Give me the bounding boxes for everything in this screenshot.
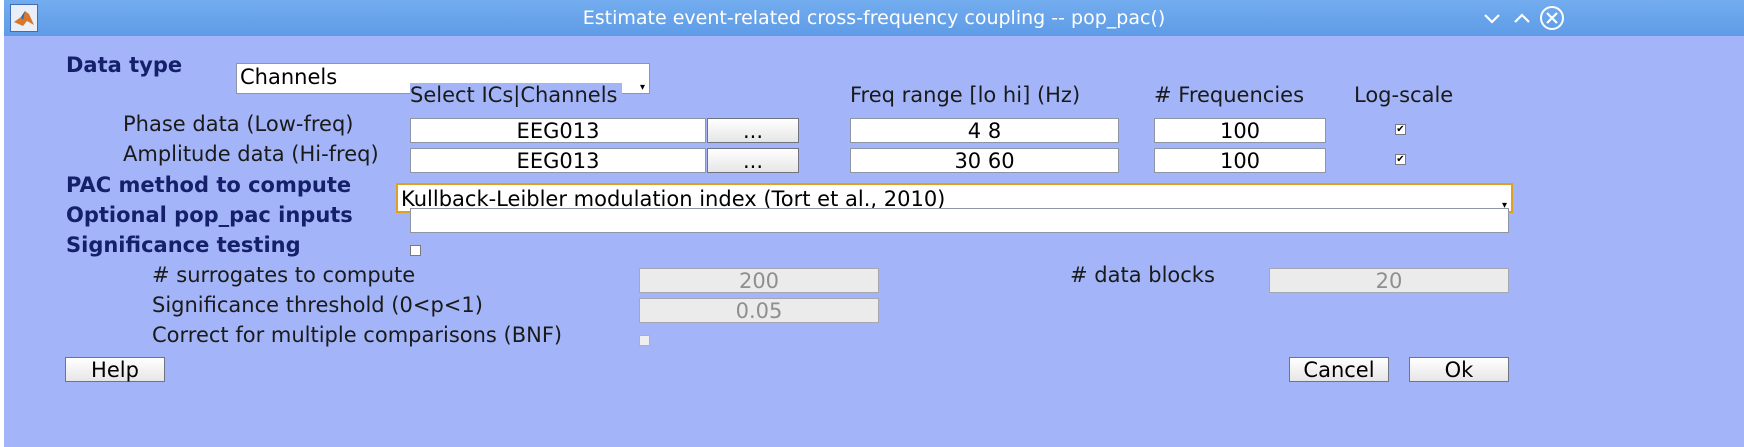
threshold-label: Significance threshold (0<p<1) xyxy=(152,293,483,317)
phase-browse-button[interactable]: ... xyxy=(707,118,799,143)
phase-data-label: Phase data (Low-freq) xyxy=(123,112,354,136)
amplitude-browse-button[interactable]: ... xyxy=(707,148,799,173)
optional-inputs-field[interactable] xyxy=(410,208,1509,233)
surrogates-input[interactable]: 200 xyxy=(639,268,879,293)
significance-testing-checkbox[interactable] xyxy=(410,245,421,256)
title-bar: Estimate event-related cross-frequency c… xyxy=(4,0,1744,36)
bnf-label: Correct for multiple comparisons (BNF) xyxy=(152,323,563,347)
phase-freq-range-input[interactable]: 4 8 xyxy=(850,118,1119,143)
ok-button[interactable]: Ok xyxy=(1409,357,1509,382)
close-icon[interactable] xyxy=(1538,4,1566,32)
surrogates-label: # surrogates to compute xyxy=(152,263,416,287)
data-type-label: Data type xyxy=(66,53,183,77)
bnf-checkbox[interactable] xyxy=(639,335,650,346)
data-type-selected: Channels xyxy=(240,65,338,89)
optional-inputs-label: Optional pop_pac inputs xyxy=(66,203,353,227)
chevron-down-icon: ▾ xyxy=(639,82,645,93)
amplitude-freq-range-input[interactable]: 30 60 xyxy=(850,148,1119,173)
col-header-log-scale: Log-scale xyxy=(1354,83,1454,107)
data-blocks-input[interactable]: 20 xyxy=(1269,268,1509,293)
amplitude-num-freqs-input[interactable]: 100 xyxy=(1154,148,1326,173)
col-header-num-freqs: # Frequencies xyxy=(1154,83,1305,107)
phase-channel-input[interactable]: EEG013 xyxy=(410,118,706,143)
amplitude-channel-input[interactable]: EEG013 xyxy=(410,148,706,173)
cancel-button[interactable]: Cancel xyxy=(1289,357,1389,382)
phase-num-freqs-input[interactable]: 100 xyxy=(1154,118,1326,143)
phase-log-scale-checkbox[interactable]: ✔ xyxy=(1395,124,1406,135)
dialog-window: Estimate event-related cross-frequency c… xyxy=(4,0,1744,447)
threshold-input[interactable]: 0.05 xyxy=(639,298,879,323)
significance-testing-label: Significance testing xyxy=(66,233,301,257)
maximize-icon[interactable] xyxy=(1508,4,1536,32)
pac-method-label: PAC method to compute xyxy=(66,173,352,197)
amplitude-data-label: Amplitude data (Hi-freq) xyxy=(123,142,379,166)
help-button[interactable]: Help xyxy=(65,357,165,382)
minimize-icon[interactable] xyxy=(1478,4,1506,32)
col-header-freq-range: Freq range [lo hi] (Hz) xyxy=(850,83,1081,107)
amplitude-log-scale-checkbox[interactable]: ✔ xyxy=(1395,154,1406,165)
data-blocks-label: # data blocks xyxy=(1070,263,1215,287)
col-header-select: Select ICs|Channels xyxy=(410,83,622,107)
